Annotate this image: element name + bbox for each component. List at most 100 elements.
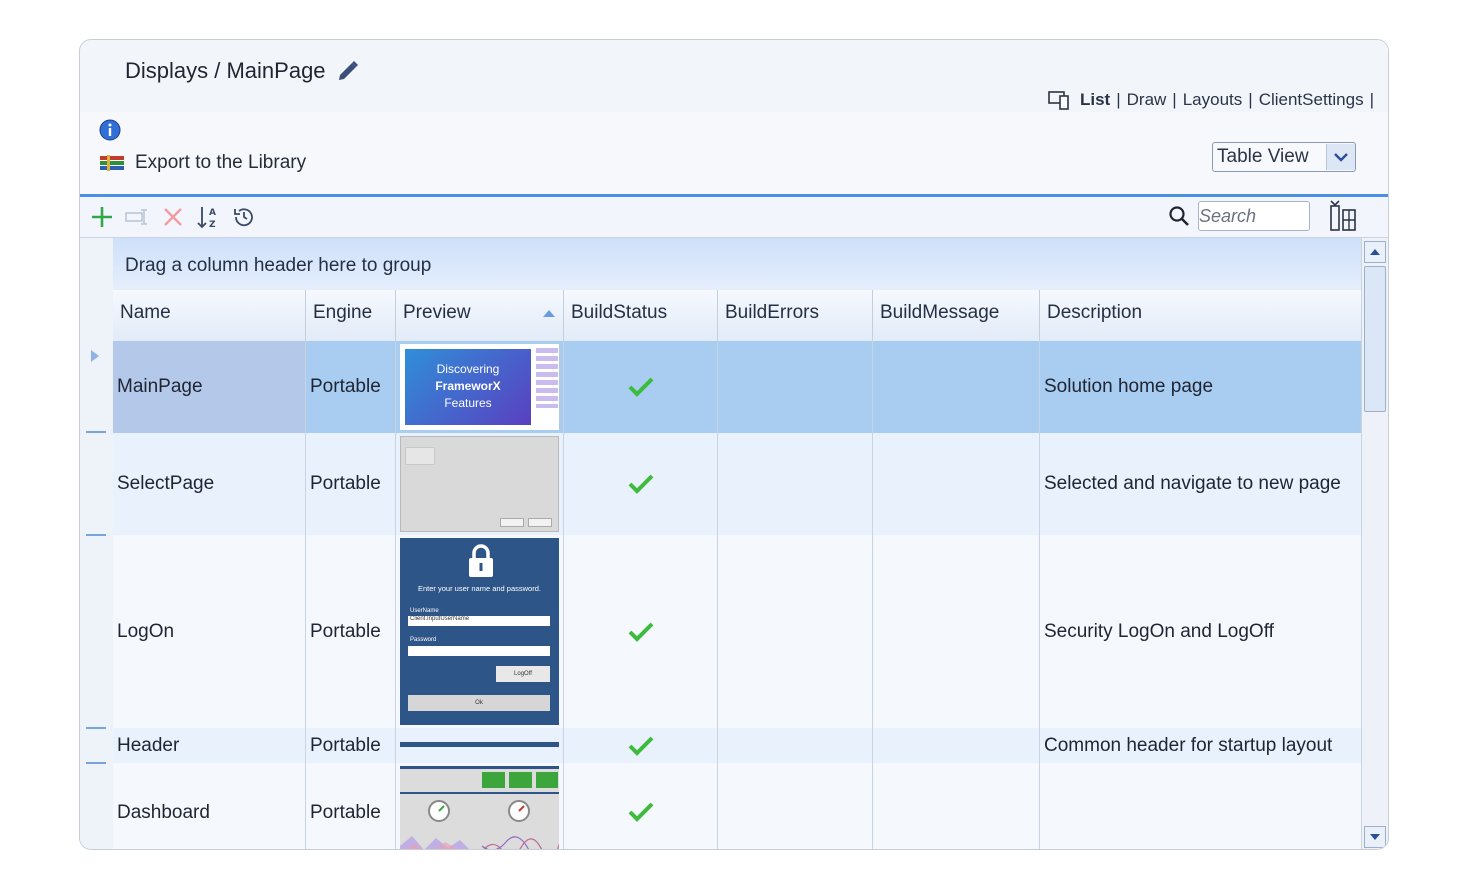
cell-engine: Portable	[306, 728, 396, 763]
cell-preview	[396, 728, 564, 763]
cell-preview	[396, 763, 564, 849]
grid-header: Name Engine Preview BuildStatus BuildErr…	[113, 290, 1362, 342]
cell-buildstatus	[564, 535, 718, 728]
nav-clientsettings[interactable]: ClientSettings	[1259, 90, 1364, 110]
cell-buildmessage	[873, 763, 1040, 849]
column-header-buildmessage[interactable]: BuildMessage	[873, 290, 1040, 341]
check-icon	[628, 736, 653, 756]
arrow-down-icon	[1370, 834, 1380, 840]
lock-icon	[469, 544, 493, 577]
export-label: Export to the Library	[135, 152, 307, 173]
cell-preview: Enter your user name and password. UserN…	[396, 535, 564, 728]
search-input[interactable]	[1198, 201, 1310, 231]
nav-list[interactable]: List	[1080, 90, 1110, 110]
cell-name: SelectPage	[113, 433, 306, 535]
add-icon[interactable]	[90, 205, 114, 229]
column-header-preview[interactable]: Preview	[396, 290, 564, 341]
search-icon[interactable]	[1168, 205, 1190, 227]
table-row[interactable]: Header Portable Common header for startu…	[113, 728, 1362, 763]
current-row-arrow-icon	[91, 350, 99, 362]
cell-buildstatus	[564, 728, 718, 763]
scrollbar-thumb[interactable]	[1364, 266, 1386, 412]
table-row[interactable]: SelectPage Portable Selected and navigat…	[113, 433, 1362, 535]
cell-buildmessage	[873, 341, 1040, 433]
preview-thumbnail[interactable]	[400, 742, 559, 747]
cell-preview	[396, 433, 564, 535]
gauge-icon	[428, 800, 450, 822]
cell-description: Selected and navigate to new page	[1044, 473, 1341, 494]
table-row[interactable]: MainPage Portable Discovering FrameworX …	[113, 341, 1362, 433]
column-header-engine[interactable]: Engine	[306, 290, 396, 341]
cell-description: Solution home page	[1044, 376, 1214, 397]
group-panel[interactable]: Drag a column header here to group	[113, 238, 1362, 290]
check-icon	[628, 474, 653, 494]
cell-builderrors	[718, 535, 873, 728]
row-indicator-column	[80, 238, 113, 849]
preview-thumbnail[interactable]: Discovering FrameworX Features	[400, 344, 559, 430]
preview-thumbnail[interactable]: Enter your user name and password. UserN…	[400, 538, 559, 725]
cell-buildstatus	[564, 341, 718, 433]
cell-buildmessage	[873, 433, 1040, 535]
gauge-icon	[508, 800, 530, 822]
cell-buildstatus	[564, 433, 718, 535]
app-window: Displays / MainPage List | Draw | Layout…	[79, 39, 1389, 850]
info-icon[interactable]	[99, 119, 121, 141]
sort-az-icon[interactable]: A Z	[196, 205, 220, 229]
sort-ascending-icon	[543, 310, 555, 317]
cell-buildmessage	[873, 535, 1040, 728]
cell-description: Common header for startup layout	[1044, 734, 1333, 756]
cell-builderrors	[718, 763, 873, 849]
library-books-icon	[100, 155, 124, 171]
top-bar: Displays / MainPage List | Draw | Layout…	[80, 40, 1388, 112]
grid-toolbar: A Z	[80, 197, 1388, 238]
check-icon	[628, 802, 653, 822]
column-header-buildstatus[interactable]: BuildStatus	[564, 290, 718, 341]
scroll-up-button[interactable]	[1364, 241, 1386, 263]
page-title: Displays / MainPage	[125, 58, 360, 84]
delete-icon[interactable]	[161, 205, 185, 229]
breadcrumb: Displays / MainPage	[125, 58, 326, 83]
data-grid: Drag a column header here to group Name …	[80, 238, 1362, 849]
cell-buildmessage	[873, 728, 1040, 763]
cell-buildstatus	[564, 763, 718, 849]
cell-builderrors	[718, 728, 873, 763]
sub-bar: Export to the Library Table View	[80, 112, 1388, 194]
svg-text:Z: Z	[209, 220, 216, 229]
cell-name: Header	[113, 728, 306, 763]
column-header-name[interactable]: Name	[113, 290, 306, 341]
cell-engine: Portable	[306, 341, 396, 433]
cell-name: LogOn	[113, 535, 306, 728]
cell-builderrors	[718, 341, 873, 433]
cell-engine: Portable	[306, 763, 396, 849]
cell-builderrors	[718, 433, 873, 535]
devices-icon	[1048, 91, 1069, 110]
nav-draw[interactable]: Draw	[1127, 90, 1167, 110]
preview-thumbnail[interactable]	[400, 436, 559, 532]
edit-pencil-icon[interactable]	[336, 59, 360, 83]
area-chart-thumbnail	[400, 836, 559, 849]
preview-thumbnail[interactable]	[400, 766, 559, 849]
rename-icon[interactable]	[125, 205, 149, 229]
history-icon[interactable]	[232, 205, 256, 229]
column-header-builderrors[interactable]: BuildErrors	[718, 290, 873, 341]
cell-description	[1040, 763, 1362, 849]
check-icon	[628, 622, 653, 642]
arrow-up-icon	[1370, 249, 1380, 255]
view-nav: List | Draw | Layouts | ClientSettings |	[1048, 90, 1376, 110]
view-mode-select[interactable]: Table View	[1212, 142, 1356, 172]
chevron-down-icon[interactable]	[1326, 144, 1355, 170]
table-row[interactable]: Dashboard Portable	[113, 763, 1362, 849]
export-to-library-button[interactable]: Export to the Library	[99, 152, 306, 174]
cell-engine: Portable	[306, 535, 396, 728]
table-row[interactable]: LogOn Portable Enter your user name and …	[113, 535, 1362, 728]
view-mode-value: Table View	[1217, 146, 1309, 167]
check-icon	[628, 377, 653, 397]
cell-name: Dashboard	[113, 763, 306, 849]
cell-description: Security LogOn and LogOff	[1044, 620, 1274, 642]
column-chooser-icon[interactable]	[1328, 200, 1358, 232]
nav-layouts[interactable]: Layouts	[1183, 90, 1243, 110]
column-header-description[interactable]: Description	[1040, 290, 1362, 341]
vertical-scrollbar[interactable]	[1361, 238, 1388, 849]
cell-engine: Portable	[306, 433, 396, 535]
scroll-down-button[interactable]	[1364, 826, 1386, 848]
